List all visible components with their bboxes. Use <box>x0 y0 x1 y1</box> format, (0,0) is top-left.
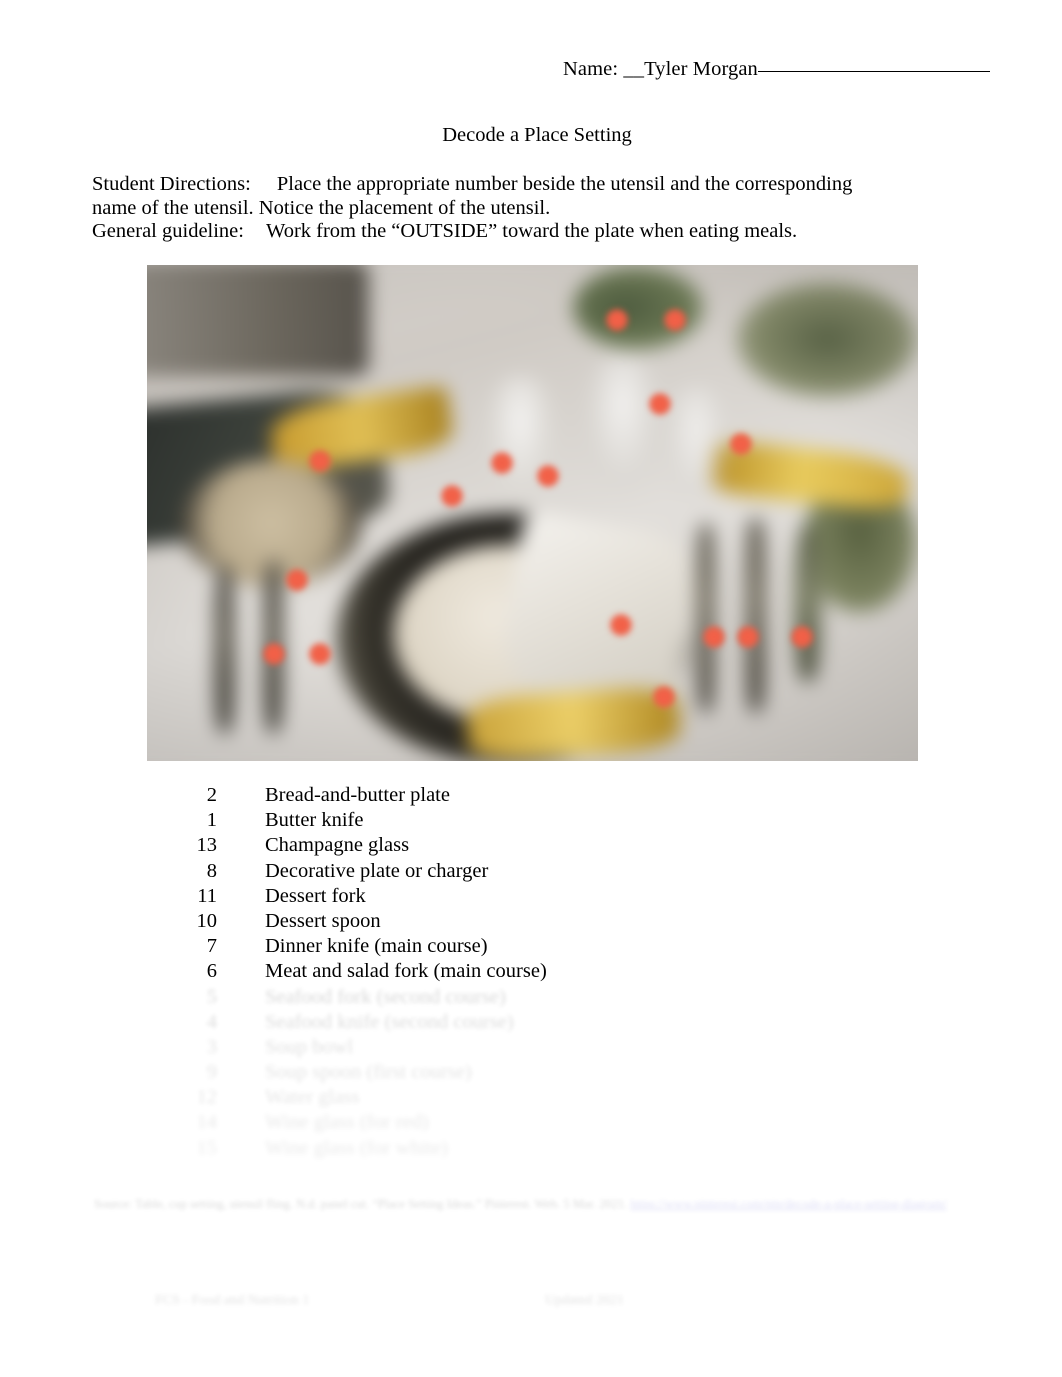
utensil-number[interactable]: 9 <box>147 1060 217 1085</box>
source-footnote: Source: Table, cup setting, utensil flin… <box>94 1196 974 1212</box>
utensil-name: Seafood fork (second course) <box>265 985 506 1008</box>
name-line: Name: __Tyler Morgan <box>563 58 990 81</box>
utensil-name: Decorative plate or charger <box>265 859 489 882</box>
utensil-row: 9 Soup spoon (first course) <box>147 1060 907 1085</box>
utensil-number[interactable]: 13 <box>147 833 218 858</box>
utensil-name: Butter knife <box>265 809 364 832</box>
guideline-label: General guideline: <box>92 220 244 242</box>
utensil-row: 3 Soup bowl <box>147 1035 907 1060</box>
utensil-number[interactable]: 12 <box>147 1085 218 1110</box>
utensil-name: Wine glass (for white) <box>265 1136 449 1159</box>
page-footer: FCS - Food and Nutrition 1 Updated 2021 <box>155 1293 915 1309</box>
utensil-row: 8 Decorative plate or charger <box>147 859 907 884</box>
utensil-number[interactable]: 15 <box>147 1136 218 1161</box>
utensil-name: Wine glass (for red) <box>265 1111 429 1134</box>
utensil-answer-list: 2 Bread-and-butter plate 1 Butter knife 13 Ch… <box>147 783 907 1161</box>
name-blank-rule <box>757 71 990 72</box>
utensil-name: Dinner knife (main course) <box>265 935 488 958</box>
name-value[interactable]: __Tyler Morgan <box>623 58 758 80</box>
utensil-number[interactable]: 11 <box>147 884 217 909</box>
utensil-number[interactable]: 7 <box>147 934 217 959</box>
utensil-name: Bread-and-butter plate <box>265 784 450 806</box>
directions-label: Student Directions: <box>92 173 251 195</box>
photo-blurred-content <box>147 265 918 761</box>
utensil-name: Meat and salad fork (main course) <box>265 960 547 983</box>
utensil-name: Water glass <box>265 1086 360 1109</box>
utensil-name: Dessert fork <box>265 884 366 907</box>
utensil-number[interactable]: 3 <box>147 1035 217 1060</box>
name-label: Name: <box>563 58 619 80</box>
utensil-number[interactable]: 4 <box>147 1010 217 1035</box>
utensil-name: Seafood knife (second course) <box>265 1010 514 1033</box>
utensil-number[interactable]: 5 <box>147 985 217 1010</box>
utensil-number[interactable]: 14 <box>147 1110 218 1135</box>
worksheet-page: Name: __Tyler Morgan Decode a Place Sett… <box>0 0 1062 1377</box>
utensil-number[interactable]: 10 <box>147 909 218 934</box>
utensil-name: Soup bowl <box>265 1035 354 1058</box>
utensil-row: 10 Dessert spoon <box>147 909 907 934</box>
photo-vignette <box>147 265 918 761</box>
utensil-name: Soup spoon (first course) <box>265 1061 472 1084</box>
utensil-name: Dessert spoon <box>265 909 381 932</box>
general-guideline: General guideline: Work from the “OUTSIDE… <box>92 220 797 244</box>
utensil-row: 6 Meat and salad fork (main course) <box>147 959 907 984</box>
source-text: Table, cup setting, utensil fling. N.d. … <box>135 1197 628 1211</box>
utensil-row: 14 Wine glass (for red) <box>147 1110 907 1135</box>
utensil-row: 15 Wine glass (for white) <box>147 1136 907 1161</box>
footer-updated-label: Updated 2021 <box>545 1293 624 1308</box>
student-directions: Student Directions: Place the appropriate… <box>92 173 892 220</box>
utensil-row: 11 Dessert fork <box>147 884 907 909</box>
place-setting-photo <box>147 265 918 761</box>
utensil-row: 2 Bread-and-butter plate <box>147 783 907 808</box>
utensil-number[interactable]: 8 <box>147 859 217 884</box>
utensil-row: 12 Water glass <box>147 1085 907 1110</box>
page-title-text: Decode a Place Setting <box>442 124 632 146</box>
source-link[interactable]: https://www.pinterest.com/pin/decode-a-p… <box>630 1197 946 1211</box>
page-title: Decode a Place Setting <box>0 124 1062 147</box>
utensil-row: 1 Butter knife <box>147 808 907 833</box>
utensil-name: Champagne glass <box>265 834 410 857</box>
footer-course-label: FCS - Food and Nutrition 1 <box>155 1293 310 1308</box>
utensil-number[interactable]: 1 <box>147 808 217 833</box>
utensil-row: 7 Dinner knife (main course) <box>147 934 907 959</box>
utensil-row: 5 Seafood fork (second course) <box>147 985 907 1010</box>
utensil-row: 4 Seafood knife (second course) <box>147 1010 907 1035</box>
utensil-row: 13 Champagne glass <box>147 833 907 858</box>
guideline-text: Work from the “OUTSIDE” toward the plate… <box>265 220 798 242</box>
source-prefix: Source: <box>94 1197 133 1211</box>
utensil-number[interactable]: 2 <box>147 783 217 808</box>
utensil-number[interactable]: 6 <box>147 959 217 984</box>
